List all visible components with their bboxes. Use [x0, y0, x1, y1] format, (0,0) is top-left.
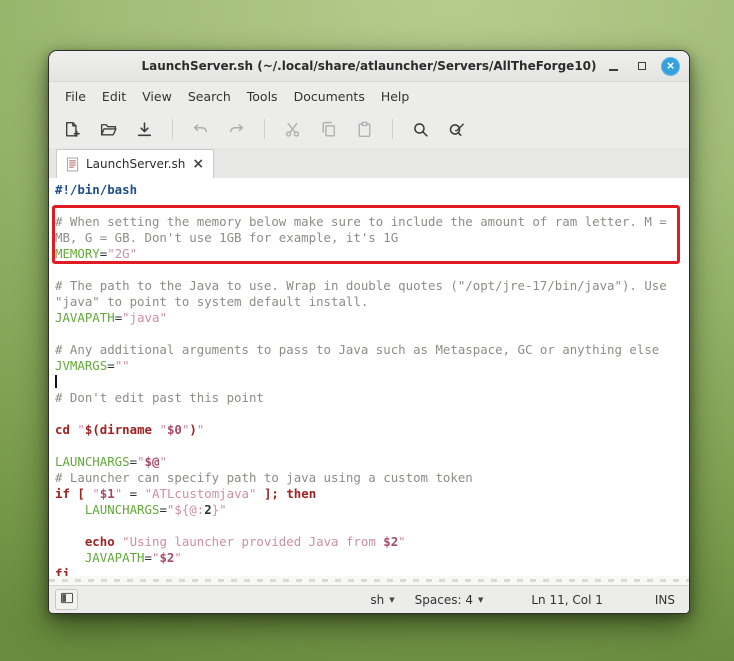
redo-button [223, 116, 250, 143]
side-panel-icon [59, 590, 75, 609]
text-cursor [55, 375, 57, 388]
code-editor[interactable]: #!/bin/bash # When setting the memory bel… [49, 178, 689, 576]
code-line: MEMORY="2G" [55, 246, 138, 261]
tab-close-icon[interactable]: × [192, 157, 204, 171]
code-line: MB, G = GB. Don't use 1GB for example, i… [55, 230, 399, 245]
code-line: JAVAPATH="java" [55, 310, 167, 325]
code-line: if [ "$1" = "ATLcustomjava" ]; then [55, 486, 317, 501]
new-file-button[interactable] [59, 116, 86, 143]
code-line: "java" to point to system default instal… [55, 294, 369, 309]
minimize-icon [608, 68, 618, 71]
code-line: JAVAPATH="$2" [84, 550, 182, 565]
search-replace-button[interactable] [443, 116, 470, 143]
code-lines: #!/bin/bash # When setting the memory bel… [55, 182, 689, 576]
cut-icon [283, 120, 302, 139]
code-line: # Don't edit past this point [55, 390, 264, 405]
undo-button [187, 116, 214, 143]
menu-item-documents[interactable]: Documents [286, 85, 373, 108]
code-line: fi [55, 566, 70, 576]
menu-item-file[interactable]: File [57, 85, 94, 108]
copy-button [315, 116, 342, 143]
close-icon: × [666, 58, 675, 73]
chevron-down-icon: ▼ [389, 595, 395, 604]
search-replace-icon [447, 120, 466, 139]
insert-mode-indicator: INS [654, 592, 675, 607]
status-bar: sh ▼ Spaces: 4 ▼ Ln 11, Col 1 INS [49, 585, 689, 613]
code-line: # The path to the Java to use. Wrap in d… [55, 278, 667, 293]
code-line: cd "$(dirname "$0")" [55, 422, 205, 437]
window-controls: × [603, 56, 689, 76]
cut-button [279, 116, 306, 143]
toolbar-separator [264, 119, 265, 139]
search-button[interactable] [407, 116, 434, 143]
code-line: LAUNCHARGS="${@:2}" [84, 502, 227, 517]
save-button[interactable] [131, 116, 158, 143]
tab-label: LaunchServer.sh [86, 157, 186, 171]
open-folder-icon [99, 120, 118, 139]
menubar: File Edit View Search Tools Documents Help [49, 82, 689, 110]
menu-item-tools[interactable]: Tools [239, 85, 286, 108]
cursor-position: Ln 11, Col 1 [531, 592, 603, 607]
side-panel-toggle-button[interactable] [55, 589, 78, 610]
toolbar-separator [172, 119, 173, 139]
maximize-icon [638, 62, 646, 70]
code-line: # Any additional arguments to pass to Ja… [55, 342, 660, 357]
code-line: #!/bin/bash [55, 182, 138, 197]
toolbar-separator [392, 119, 393, 139]
code-line [55, 374, 689, 390]
tab-width-label: Spaces: 4 [414, 592, 473, 607]
language-label: sh [370, 592, 385, 607]
toolbar [49, 110, 689, 148]
code-line: echo "Using launcher provided Java from … [84, 534, 406, 549]
document-icon [66, 157, 79, 172]
code-line: # Launcher can specify path to java usin… [55, 470, 473, 485]
new-file-icon [63, 120, 82, 139]
menu-item-view[interactable]: View [134, 85, 180, 108]
menu-item-search[interactable]: Search [180, 85, 239, 108]
code-line: # When setting the memory below make sur… [55, 214, 667, 229]
titlebar[interactable]: LaunchServer.sh (~/.local/share/atlaunch… [49, 51, 689, 82]
maximize-button[interactable] [632, 56, 652, 76]
paste-button [351, 116, 378, 143]
window-title: LaunchServer.sh (~/.local/share/atlaunch… [141, 59, 597, 73]
tab-width-selector[interactable]: Spaces: 4 ▼ [415, 593, 484, 607]
chevron-down-icon: ▼ [477, 595, 484, 604]
search-icon [411, 120, 430, 139]
undo-icon [191, 120, 210, 139]
menu-item-edit[interactable]: Edit [94, 85, 134, 108]
redo-icon [227, 120, 246, 139]
close-button[interactable]: × [661, 56, 680, 76]
code-line: LAUNCHARGS="$@" [55, 454, 167, 469]
tab-bar: LaunchServer.sh × [49, 148, 689, 178]
editor-window: LaunchServer.sh (~/.local/share/atlaunch… [48, 50, 690, 614]
language-selector[interactable]: sh ▼ [370, 593, 394, 607]
code-line: JVMARGS="" [55, 358, 130, 373]
save-icon [135, 120, 154, 139]
horizontal-scrollbar[interactable] [49, 576, 689, 585]
menu-item-help[interactable]: Help [373, 85, 418, 108]
paste-icon [355, 120, 374, 139]
copy-icon [319, 120, 338, 139]
open-folder-button[interactable] [95, 116, 122, 143]
tab-launchserver[interactable]: LaunchServer.sh × [56, 149, 215, 178]
status-bar-right: sh ▼ Spaces: 4 ▼ Ln 11, Col 1 INS [370, 593, 675, 607]
minimize-button[interactable] [603, 56, 623, 76]
